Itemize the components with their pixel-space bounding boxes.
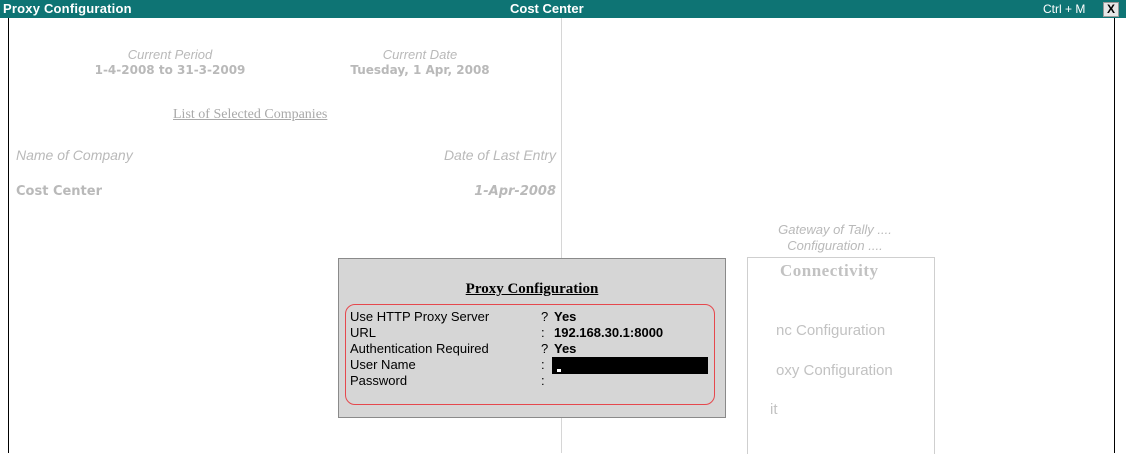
field-separator: ? (541, 309, 549, 324)
menu-item-quit[interactable]: it (770, 401, 778, 418)
proxy-fields-group: Use HTTP Proxy Server ? Yes URL : 192.16… (345, 304, 715, 405)
field-label: User Name (350, 357, 416, 372)
user-name-input[interactable] (552, 357, 708, 374)
field-label: Password (350, 373, 408, 388)
field-label: Authentication Required (350, 341, 489, 356)
current-period-value: 1-4-2008 to 31-3-2009 (94, 63, 246, 77)
title-bar: Proxy Configuration Cost Center Ctrl + M… (0, 0, 1126, 18)
field-separator: ? (541, 341, 549, 356)
connectivity-menu-title: Connectivity (780, 261, 879, 280)
use-proxy-value[interactable]: Yes (554, 309, 576, 324)
connectivity-menu (747, 257, 935, 454)
company-row-date: 1-Apr-2008 (474, 184, 556, 199)
current-date-label: Current Date (382, 47, 458, 62)
col-date-of-last-entry: Date of Last Entry (443, 147, 556, 163)
field-label: Use HTTP Proxy Server (350, 309, 490, 324)
col-name-of-company: Name of Company (16, 147, 133, 163)
field-separator: : (541, 357, 545, 372)
window-title: Proxy Configuration (3, 1, 132, 16)
gateway-breadcrumb: Gateway of Tally .... Configuration .... (755, 222, 915, 254)
proxy-config-dialog: Proxy Configuration Use HTTP Proxy Serve… (338, 258, 726, 418)
gateway-line: Gateway of Tally .... (778, 222, 892, 237)
companies-heading: List of Selected Companies (173, 107, 328, 122)
url-value[interactable]: 192.168.30.1:8000 (554, 325, 663, 340)
frame-left-border (8, 18, 9, 453)
field-user-name: User Name : (350, 357, 712, 374)
field-separator: : (541, 325, 545, 340)
company-row-name[interactable]: Cost Center (16, 184, 102, 199)
text-cursor (557, 369, 561, 372)
auth-required-value[interactable]: Yes (554, 341, 576, 356)
dialog-title: Proxy Configuration (465, 281, 599, 297)
menu-item-sync-configuration[interactable]: nc Configuration (776, 322, 885, 339)
frame-right-border (1114, 18, 1115, 453)
current-date-value: Tuesday, 1 Apr, 2008 (350, 63, 490, 77)
field-separator: : (541, 373, 545, 388)
company-title: Cost Center (510, 1, 584, 16)
field-label: URL (350, 325, 377, 340)
current-period-label: Current Period (127, 47, 213, 62)
menu-item-proxy-configuration[interactable]: oxy Configuration (776, 362, 893, 379)
shortcut-hint: Ctrl + M (1043, 2, 1086, 16)
close-icon[interactable]: X (1103, 2, 1119, 17)
configuration-line: Configuration .... (787, 238, 883, 253)
